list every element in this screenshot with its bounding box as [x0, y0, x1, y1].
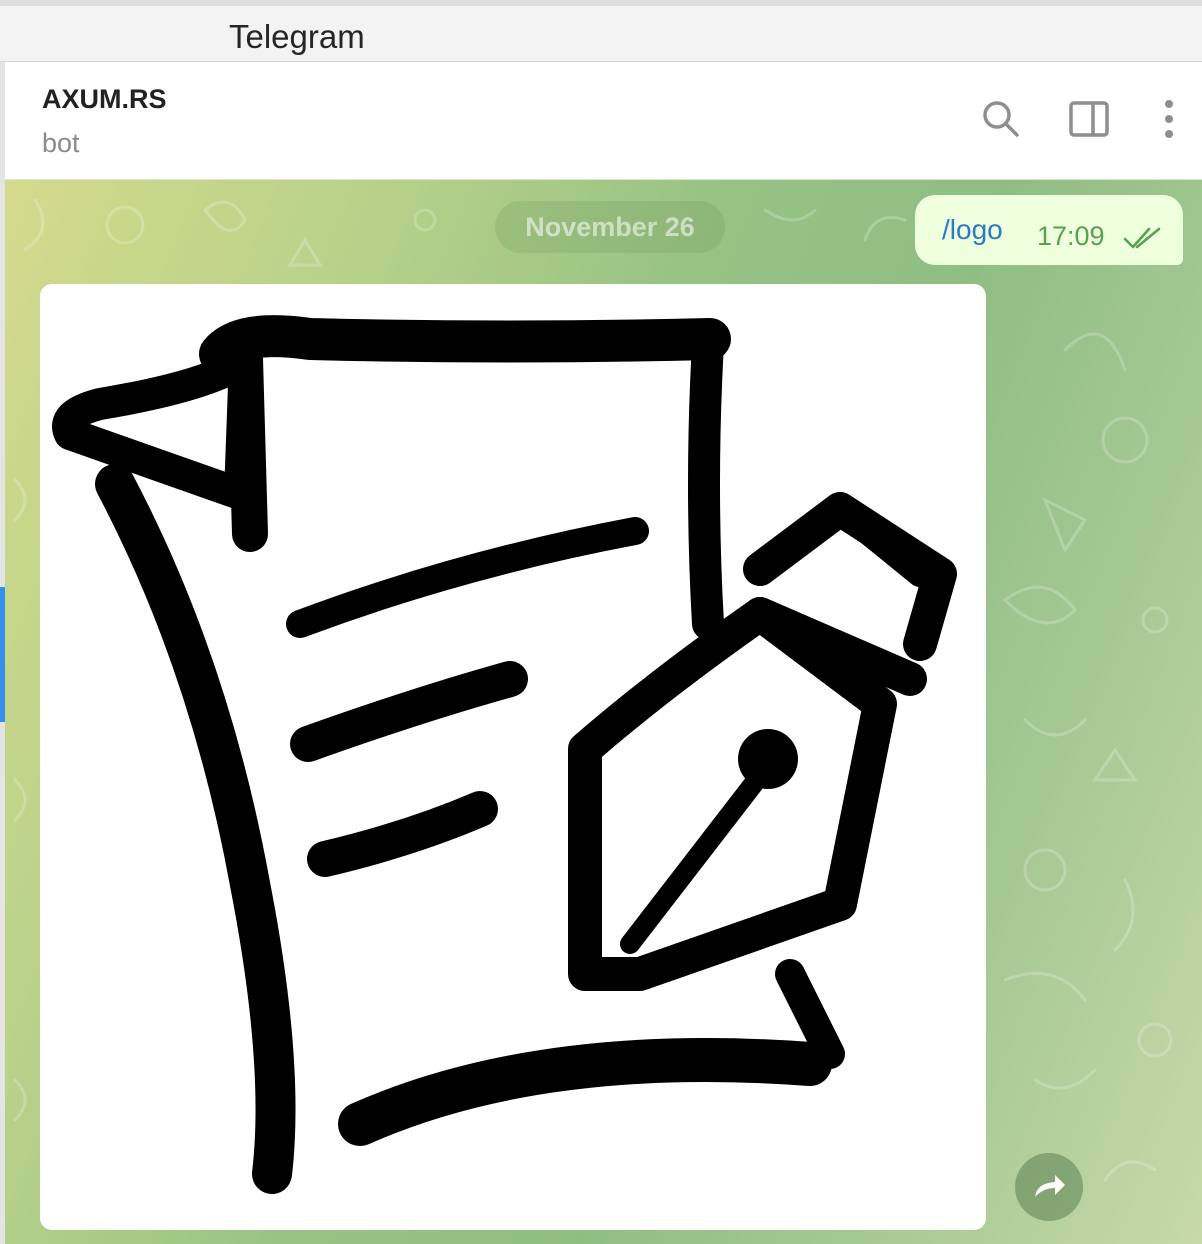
share-arrow-icon: [1035, 1175, 1065, 1197]
date-separator: November 26: [495, 201, 725, 253]
chat-name[interactable]: AXUM.RS: [42, 84, 167, 115]
photo-message[interactable]: [40, 284, 986, 1230]
sidebar-toggle-icon[interactable]: [1067, 97, 1111, 141]
more-vertical-icon[interactable]: [1147, 97, 1191, 141]
message-time: 17:09: [1037, 221, 1105, 251]
forward-button[interactable]: [1015, 1153, 1083, 1221]
outgoing-message[interactable]: /logo 17:09: [915, 195, 1183, 265]
chat-status: bot: [42, 128, 80, 158]
chat-header[interactable]: AXUM.RS bot: [5, 62, 1202, 180]
window-titlebar: Telegram: [0, 0, 1202, 62]
message-text[interactable]: /logo: [942, 214, 1003, 246]
document-pen-logo-image: [52, 315, 957, 1194]
search-icon[interactable]: [979, 97, 1023, 141]
chat-area[interactable]: November 26 /logo 17:09: [5, 180, 1202, 1244]
double-check-icon: [1123, 227, 1161, 249]
window-title: Telegram: [229, 18, 365, 55]
